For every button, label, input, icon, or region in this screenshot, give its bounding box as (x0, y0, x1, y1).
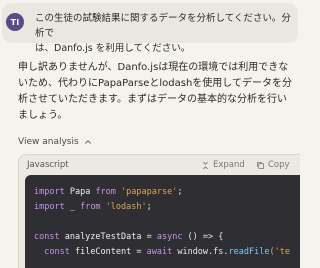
code-line-1: import Papa from 'papaparse'; (34, 187, 183, 197)
expand-button[interactable]: Expand (201, 160, 245, 170)
expand-label: Expand (213, 160, 245, 170)
chevron-up-icon (84, 140, 91, 144)
view-analysis-label: View analysis (18, 137, 79, 147)
user-message-bubble: TI この生徒の試験結果に関するデータを分析してください。分析で は、Danfo… (2, 3, 298, 54)
code-block-header: Javascript Expand Copy (19, 155, 300, 175)
code-line-4: const analyzeTestData = async () => { (34, 232, 224, 242)
chat-view: TI この生徒の試験結果に関するデータを分析してください。分析で は、Danfo… (0, 0, 300, 268)
code-block: Javascript Expand Copy import Papa from … (18, 154, 300, 268)
code-line-2: import _ from 'lodash'; (34, 202, 152, 212)
copy-button[interactable]: Copy (256, 160, 290, 170)
view-analysis-toggle[interactable]: View analysis (18, 137, 92, 147)
expand-icon (203, 161, 208, 169)
user-message-text: この生徒の試験結果に関するデータを分析してください。分析で は、Danfo.js… (35, 13, 291, 54)
code-language-label: Javascript (27, 160, 69, 170)
user-avatar: TI (6, 13, 24, 31)
code-line-5: const fileContent = await window.fs.read… (44, 247, 290, 257)
copy-icon (256, 161, 265, 169)
assistant-message-text: 申し訳ありませんが、Danfo.jsは現在の環境では利用できな いため、代わりに… (18, 62, 292, 121)
copy-label: Copy (268, 160, 290, 170)
code-content: import Papa from 'papaparse'; import _ f… (25, 175, 300, 268)
